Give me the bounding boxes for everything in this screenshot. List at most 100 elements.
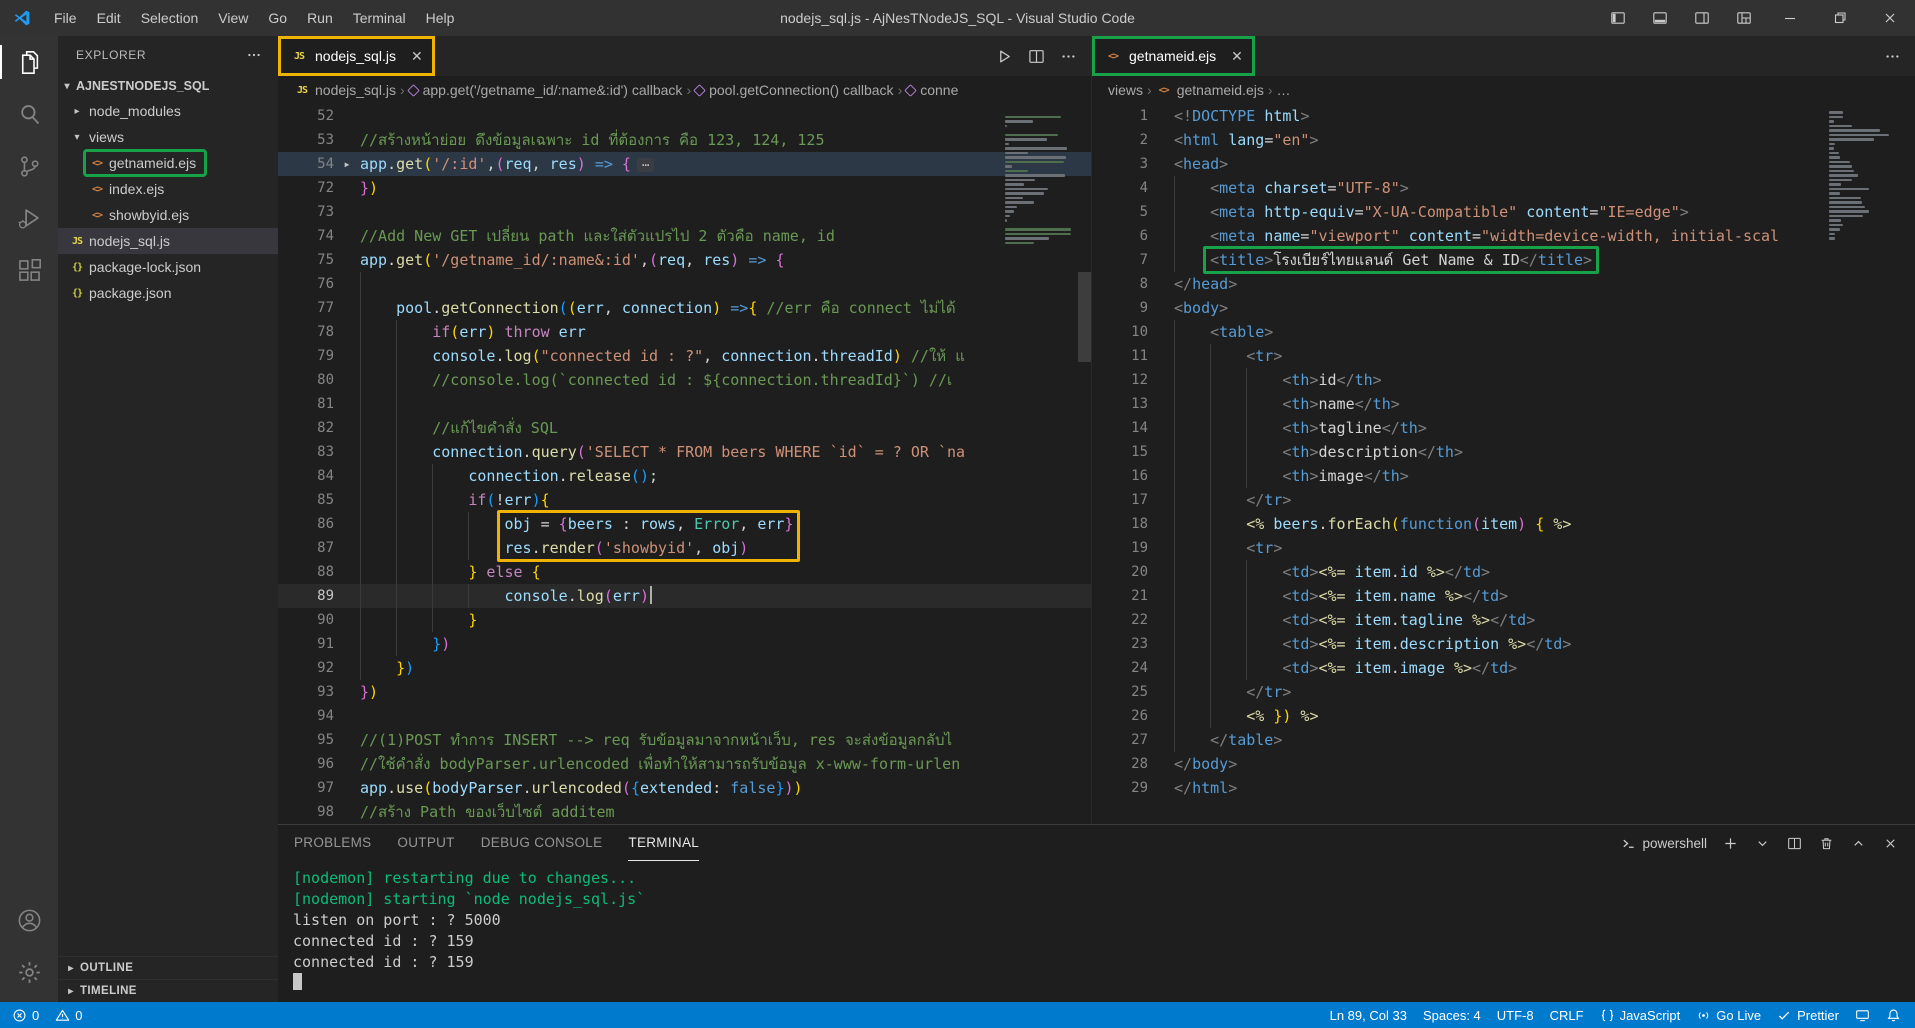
code-line[interactable]: 54▸app.get('/:id',(req, res) => {⋯ — [278, 152, 1091, 176]
line-number[interactable]: 21 — [1092, 584, 1148, 608]
more-actions-button[interactable] — [1877, 41, 1907, 71]
code-line[interactable]: 94 — [278, 704, 1091, 728]
status-problems-errors[interactable]: 0 — [4, 1002, 47, 1028]
code-line[interactable]: 28</body> — [1092, 752, 1915, 776]
split-editor-button[interactable] — [1021, 41, 1051, 71]
tree-item-node_modules[interactable]: ▸node_modules — [58, 98, 278, 124]
status-notifications[interactable] — [1878, 1002, 1909, 1028]
line-number[interactable]: 90 — [278, 608, 334, 632]
code-line[interactable]: 6<meta name="viewport" content="width=de… — [1092, 224, 1915, 248]
line-number[interactable]: 10 — [1092, 320, 1148, 344]
code-line[interactable]: 85if(!err){ — [278, 488, 1091, 512]
close-button[interactable] — [1865, 0, 1915, 36]
code-editor-right[interactable]: 1<!DOCTYPE html>2<html lang="en">3<head>… — [1092, 104, 1915, 824]
code-line[interactable]: 81 — [278, 392, 1091, 416]
code-line[interactable]: 80//console.log(`connected id : ${connec… — [278, 368, 1091, 392]
tree-item-showbyid-ejs[interactable]: <>showbyid.ejs — [58, 202, 278, 228]
line-number[interactable]: 28 — [1092, 752, 1148, 776]
line-number[interactable]: 95 — [278, 728, 334, 752]
tree-item-views[interactable]: ▾views — [58, 124, 278, 150]
maximize-button[interactable] — [1815, 0, 1865, 36]
line-number[interactable]: 89 — [278, 584, 334, 608]
activity-settings[interactable] — [0, 946, 58, 998]
line-number[interactable]: 22 — [1092, 608, 1148, 632]
line-number[interactable]: 3 — [1092, 152, 1148, 176]
activity-extensions[interactable] — [0, 244, 58, 296]
code-line[interactable]: 26<% }) %> — [1092, 704, 1915, 728]
activity-explorer[interactable] — [0, 36, 58, 88]
customize-layout-button[interactable] — [1723, 0, 1765, 36]
tree-item-nodejs_sql-js[interactable]: JSnodejs_sql.js — [58, 228, 278, 254]
code-line[interactable]: 16<th>image</th> — [1092, 464, 1915, 488]
activity-run-debug[interactable] — [0, 192, 58, 244]
code-line[interactable]: 1<!DOCTYPE html> — [1092, 104, 1915, 128]
code-line[interactable]: 75app.get('/getname_id/:name&:id',(req, … — [278, 248, 1091, 272]
workspace-root-folder[interactable]: ▾ AJNESTNODEJS_SQL — [58, 74, 278, 98]
line-number[interactable]: 7 — [1092, 248, 1148, 272]
breadcrumb-item[interactable]: <>getnameid.ejs — [1156, 82, 1264, 98]
line-number[interactable]: 96 — [278, 752, 334, 776]
toggle-panel-bottom-button[interactable] — [1639, 0, 1681, 36]
line-number[interactable]: 83 — [278, 440, 334, 464]
line-number[interactable]: 80 — [278, 368, 334, 392]
line-number[interactable]: 20 — [1092, 560, 1148, 584]
code-line[interactable]: 8</head> — [1092, 272, 1915, 296]
menu-selection[interactable]: Selection — [131, 0, 209, 36]
code-line[interactable]: 96//ใช้คำสั่ง bodyParser.urlencoded เพื่… — [278, 752, 1091, 776]
toggle-panel-right-button[interactable] — [1681, 0, 1723, 36]
line-number[interactable]: 82 — [278, 416, 334, 440]
code-line[interactable]: 20<td><%= item.id %></td> — [1092, 560, 1915, 584]
code-line[interactable]: 87res.render('showbyid', obj) — [278, 536, 1091, 560]
code-line[interactable]: 24<td><%= item.image %></td> — [1092, 656, 1915, 680]
line-number[interactable]: 13 — [1092, 392, 1148, 416]
code-line[interactable]: 9<body> — [1092, 296, 1915, 320]
line-number[interactable]: 15 — [1092, 440, 1148, 464]
code-line[interactable]: 18<% beers.forEach(function(item) { %> — [1092, 512, 1915, 536]
code-line[interactable]: 91}) — [278, 632, 1091, 656]
scrollbar-thumb[interactable] — [1078, 272, 1091, 362]
line-number[interactable]: 17 — [1092, 488, 1148, 512]
status-encoding[interactable]: UTF-8 — [1489, 1002, 1542, 1028]
line-number[interactable]: 94 — [278, 704, 334, 728]
panel-tab-debug-console[interactable]: DEBUG CONSOLE — [481, 825, 603, 861]
line-number[interactable]: 85 — [278, 488, 334, 512]
split-terminal-button[interactable] — [1781, 830, 1807, 856]
terminal-shell-selector[interactable]: powershell — [1617, 836, 1711, 851]
code-line[interactable]: 88} else { — [278, 560, 1091, 584]
code-line[interactable]: 73 — [278, 200, 1091, 224]
line-number[interactable]: 11 — [1092, 344, 1148, 368]
line-number[interactable]: 76 — [278, 272, 334, 296]
code-line[interactable]: 92}) — [278, 656, 1091, 680]
code-line[interactable]: 17</tr> — [1092, 488, 1915, 512]
line-number[interactable]: 5 — [1092, 200, 1148, 224]
line-number[interactable]: 52 — [278, 104, 334, 128]
line-number[interactable]: 93 — [278, 680, 334, 704]
status-problems-warnings[interactable]: 0 — [47, 1002, 90, 1028]
line-number[interactable]: 81 — [278, 392, 334, 416]
line-number[interactable]: 27 — [1092, 728, 1148, 752]
code-line[interactable]: 98//สร้าง Path ของเว็บไซต์ additem — [278, 800, 1091, 824]
tree-item-index-ejs[interactable]: <>index.ejs — [58, 176, 278, 202]
line-number[interactable]: 4 — [1092, 176, 1148, 200]
panel-tab-output[interactable]: OUTPUT — [397, 825, 454, 861]
line-number[interactable]: 88 — [278, 560, 334, 584]
code-line[interactable]: 22<td><%= item.tagline %></td> — [1092, 608, 1915, 632]
code-line[interactable]: 5<meta http-equiv="X-UA-Compatible" cont… — [1092, 200, 1915, 224]
line-number[interactable]: 16 — [1092, 464, 1148, 488]
code-line[interactable]: 11<tr> — [1092, 344, 1915, 368]
line-number[interactable]: 92 — [278, 656, 334, 680]
code-line[interactable]: 3<head> — [1092, 152, 1915, 176]
menu-go[interactable]: Go — [258, 0, 297, 36]
activity-source-control[interactable] — [0, 140, 58, 192]
tree-item-package-lock-json[interactable]: {}package-lock.json — [58, 254, 278, 280]
code-line[interactable]: 15<th>description</th> — [1092, 440, 1915, 464]
status-language-mode[interactable]: JavaScript — [1592, 1002, 1689, 1028]
line-number[interactable]: 1 — [1092, 104, 1148, 128]
line-number[interactable]: 75 — [278, 248, 334, 272]
maximize-panel-button[interactable] — [1845, 830, 1871, 856]
code-line[interactable]: 89console.log(err) — [278, 584, 1091, 608]
terminal-output[interactable]: [nodemon] restarting due to changes...[n… — [278, 861, 1915, 1002]
line-number[interactable]: 98 — [278, 800, 334, 824]
activity-account[interactable] — [0, 894, 58, 946]
activity-search[interactable] — [0, 88, 58, 140]
